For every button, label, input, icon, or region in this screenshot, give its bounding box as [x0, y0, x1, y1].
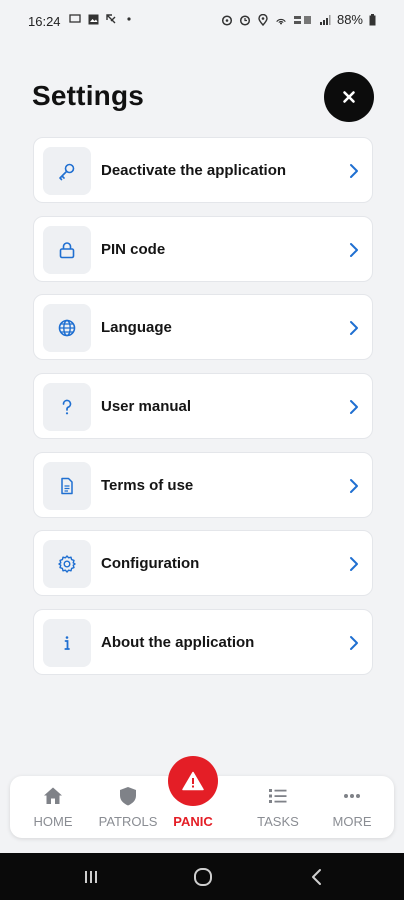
settings-item-user-manual[interactable]: User manual: [33, 373, 373, 440]
item-icon-box: [43, 461, 91, 510]
item-icon-box: [43, 304, 91, 353]
item-icon-box: [43, 147, 91, 195]
signal-icon: [319, 14, 331, 26]
document-icon: [57, 476, 77, 496]
settings-item-label: Language: [101, 319, 172, 337]
settings-item-label: PIN code: [101, 240, 166, 258]
recent-apps-button[interactable]: [76, 865, 106, 889]
back-button[interactable]: [302, 865, 332, 889]
settings-item-label: User manual: [101, 398, 192, 416]
battery-percent: 88%: [336, 12, 363, 27]
home-icon: [42, 786, 64, 806]
missed-call-icon: [105, 13, 117, 25]
chevron-right-icon: [346, 241, 362, 259]
settings-item-label: Terms of use: [101, 476, 194, 494]
status-right: 88%: [221, 12, 376, 27]
recent-apps-icon: [81, 869, 101, 885]
info-icon: [57, 633, 77, 653]
clock-icon: [239, 14, 251, 26]
cast-icon: [69, 13, 81, 25]
settings-item-pin-code[interactable]: PIN code: [33, 215, 373, 282]
hotspot-icon: [275, 14, 287, 26]
image-icon: [87, 13, 99, 25]
settings-list: Deactivate the application PIN code Lang…: [33, 137, 373, 688]
chevron-right-icon: [346, 162, 362, 180]
chevron-right-icon: [346, 477, 362, 495]
dot-icon: [123, 13, 135, 25]
system-nav-bar: [0, 853, 404, 900]
settings-item-label: Deactivate the application: [101, 162, 287, 179]
nav-item-patrols[interactable]: PATROLS: [93, 776, 163, 838]
nav-label-home: HOME: [33, 814, 73, 829]
nav-item-more[interactable]: MORE: [317, 776, 387, 838]
item-icon-box: [43, 225, 91, 274]
list-icon: [267, 786, 289, 806]
nav-label-tasks: TASKS: [257, 814, 299, 829]
settings-item-terms-of-use[interactable]: Terms of use: [33, 451, 373, 518]
nav-item-home[interactable]: HOME: [18, 776, 88, 838]
settings-item-configuration[interactable]: Configuration: [33, 530, 373, 597]
nav-label-more: MORE: [332, 814, 372, 829]
alarm-icon: [221, 14, 233, 26]
nav-label-patrols: PATROLS: [98, 814, 158, 829]
key-icon: [57, 161, 77, 181]
back-icon: [309, 868, 325, 886]
chevron-right-icon: [346, 555, 362, 573]
location-icon: [257, 13, 269, 26]
panic-button[interactable]: [168, 756, 218, 806]
settings-item-label: About the application: [101, 634, 255, 652]
chevron-right-icon: [346, 398, 362, 416]
more-dots-icon: [341, 786, 363, 806]
chevron-right-icon: [346, 319, 362, 337]
volte-icon: [293, 14, 313, 26]
question-icon: [57, 397, 77, 417]
status-time: 16:24: [28, 14, 61, 29]
status-left-icons: [69, 13, 135, 25]
nav-item-tasks[interactable]: TASKS: [243, 776, 313, 838]
close-icon: [342, 90, 356, 104]
nav-label-panic: PANIC: [173, 814, 213, 829]
globe-icon: [57, 318, 77, 338]
item-icon-box: [43, 383, 91, 432]
item-icon-box: [43, 619, 91, 668]
item-icon-box: [43, 540, 91, 589]
settings-item-deactivate[interactable]: Deactivate the application: [33, 137, 373, 203]
warning-icon: [182, 771, 204, 791]
settings-item-about[interactable]: About the application: [33, 609, 373, 676]
gear-icon: [57, 554, 77, 574]
lock-icon: [57, 240, 77, 260]
settings-item-label: Configuration: [101, 555, 200, 573]
close-button[interactable]: [324, 72, 374, 122]
chevron-right-icon: [346, 634, 362, 652]
battery-icon: [369, 13, 376, 26]
settings-item-language[interactable]: Language: [33, 294, 373, 361]
home-system-button[interactable]: [188, 865, 218, 889]
home-circle-icon: [192, 867, 214, 887]
status-bar: 16:24 88%: [0, 0, 404, 44]
page-title: Settings: [32, 80, 145, 111]
shield-icon: [117, 786, 139, 806]
